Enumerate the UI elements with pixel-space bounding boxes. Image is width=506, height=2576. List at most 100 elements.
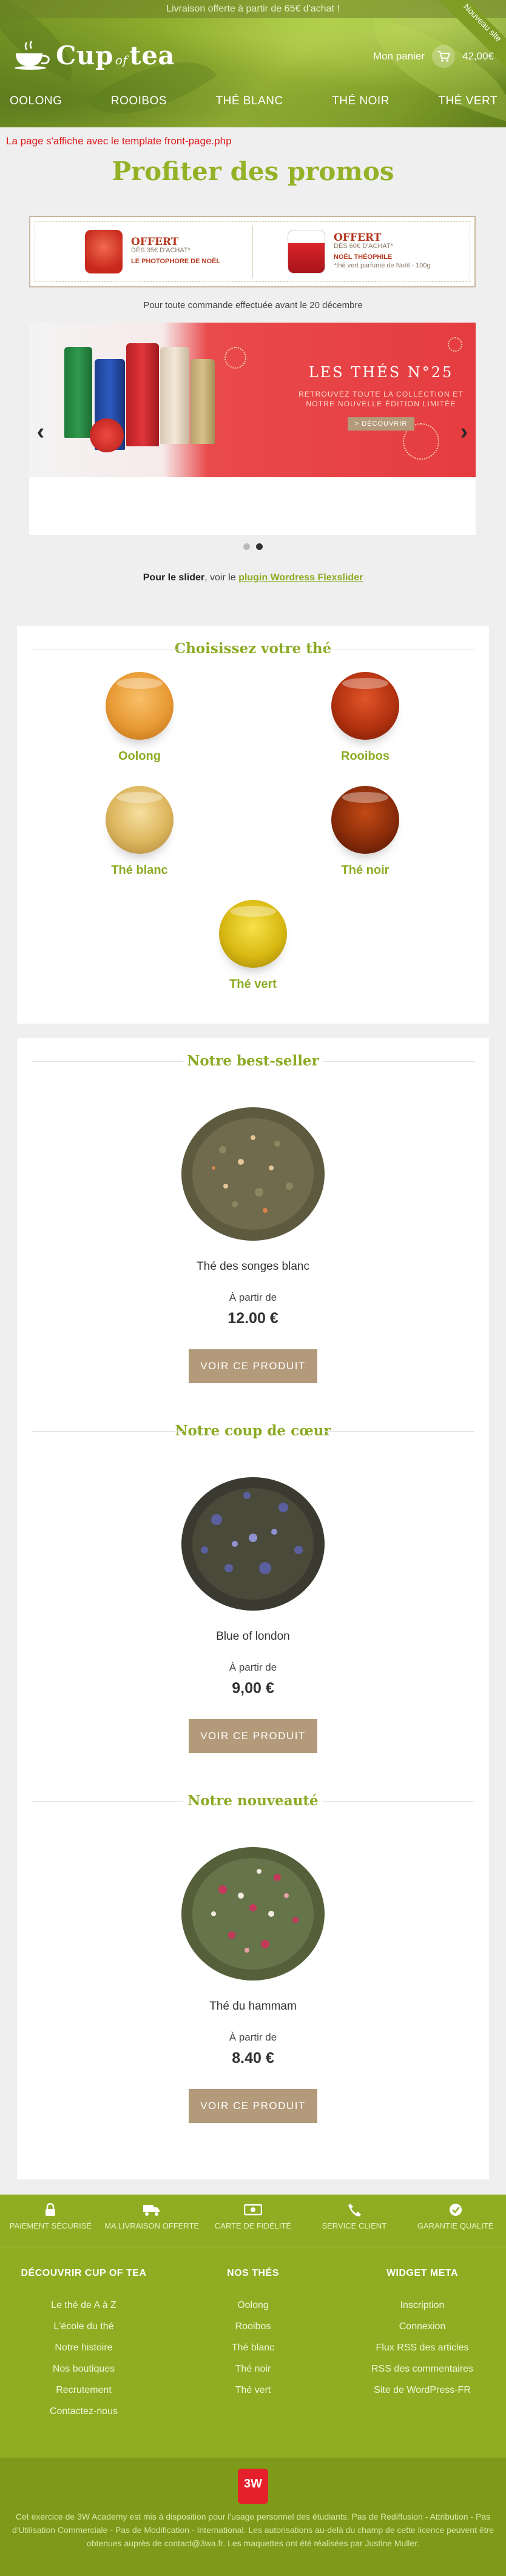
site-header: Livraison offerte à partir de 65€ d'acha… xyxy=(0,0,506,127)
footer-column-title: WIDGET META xyxy=(386,2268,459,2278)
product-price: 9,00 € xyxy=(232,1680,274,1697)
feature-loyalty-card[interactable]: CARTE DE FIDÉLITÉ xyxy=(203,2195,304,2247)
footer-link[interactable]: Rooibos xyxy=(180,2316,326,2337)
tea-tin-image xyxy=(126,343,159,446)
phone-icon xyxy=(303,2203,405,2216)
lock-icon xyxy=(0,2202,101,2216)
footer-link[interactable]: Site de WordPress-FR xyxy=(349,2380,495,2401)
section-title: Choisissez votre thé xyxy=(17,640,489,657)
divider xyxy=(252,226,253,278)
tea-item-rooibos[interactable]: Rooibos xyxy=(305,672,426,763)
product-from: À partir de xyxy=(229,2031,277,2043)
truck-icon xyxy=(101,2203,203,2216)
footer-link[interactable]: Le thé de A à Z xyxy=(11,2295,157,2316)
cart-icon xyxy=(432,45,455,68)
tea-label: Thé vert xyxy=(229,978,277,991)
footer-link[interactable]: Notre histoire xyxy=(11,2337,157,2358)
slide[interactable]: LES THÉS N°25 RETROUVEZ TOUTE LA COLLECT… xyxy=(29,323,476,477)
products-section: Notre best-seller Thé des songes blanc À… xyxy=(17,1038,489,2179)
offer-condition: DÈS 35€ D'ACHAT* xyxy=(131,247,191,254)
tea-item-oolong[interactable]: Oolong xyxy=(79,672,200,763)
slider-next-arrow[interactable]: › xyxy=(455,420,473,444)
flexslider-link[interactable]: plugin Wordress Flexslider xyxy=(238,572,363,583)
footer-column-title: NOS THÉS xyxy=(227,2268,279,2278)
footer-links: DÉCOUVRIR CUP OF TEA Le thé de A à Z L'é… xyxy=(0,2247,506,2458)
promo-note: Pour toute commande effectuée avant le 2… xyxy=(143,300,363,310)
product-image[interactable] xyxy=(168,1459,338,1623)
tea-chooser: Choisissez votre thé Oolong Rooibos Thé … xyxy=(17,626,489,1024)
footer-link[interactable]: Connexion xyxy=(349,2316,495,2337)
slider-dot-active[interactable] xyxy=(256,543,263,550)
section-title: Notre nouveauté xyxy=(17,1793,489,1809)
tea-tin-image xyxy=(160,347,189,444)
nav-item-the-vert[interactable]: THÉ VERT xyxy=(438,90,498,113)
slide-subtitle: RETROUVEZ TOUTE LA COLLECTION ET NOTRE N… xyxy=(298,390,464,408)
promo-offer: OFFERT DÈS 60€ D'ACHAT* NOËL THÉOPHILE *… xyxy=(288,224,431,279)
nav-item-rooibos[interactable]: ROOIBOS xyxy=(111,90,167,113)
footer-link[interactable]: Thé noir xyxy=(180,2358,326,2380)
footer-column-teas: NOS THÉS Oolong Rooibos Thé blanc Thé no… xyxy=(180,2268,326,2401)
product-name[interactable]: Blue of london xyxy=(17,1630,489,1643)
product-from: À partir de xyxy=(229,1292,277,1303)
feature-quality-guarantee[interactable]: GARANTIE QUALITÉ xyxy=(405,2195,506,2247)
tea-bowl-icon xyxy=(106,786,174,854)
promo-banner[interactable]: OFFERT DÈS 35€ D'ACHAT* LE PHOTOPHORE DE… xyxy=(29,216,476,287)
offer-label: OFFERT xyxy=(334,232,382,244)
product-from: À partir de xyxy=(229,1662,277,1673)
product-name[interactable]: Thé du hammam xyxy=(17,2000,489,2013)
footer-link[interactable]: Contactez-nous xyxy=(11,2401,157,2422)
copyright-text: Cet exercice de 3W Academy est mis à dis… xyxy=(12,2512,494,2548)
footer-column-meta: WIDGET META Inscription Connexion Flux R… xyxy=(349,2268,495,2401)
offer-note: *thé vert parfumé de Noël - 100g xyxy=(334,262,431,269)
product-card: Thé du hammam À partir de 8.40 € VOIR CE… xyxy=(17,1829,489,2123)
3w-academy-logo[interactable]: 3W xyxy=(238,2469,268,2504)
footer-link[interactable]: L'école du thé xyxy=(11,2316,157,2337)
footer-link[interactable]: Recrutement xyxy=(11,2380,157,2401)
nav-item-oolong[interactable]: OOLONG xyxy=(10,90,62,113)
tea-label: Oolong xyxy=(118,750,161,763)
view-product-button[interactable]: VOIR CE PRODUIT xyxy=(189,1719,317,1753)
tea-tin-image xyxy=(64,347,92,438)
feature-free-delivery[interactable]: MA LIVRAISON OFFERTE xyxy=(101,2195,203,2247)
card-icon xyxy=(203,2203,304,2216)
nav-item-the-noir[interactable]: THÉ NOIR xyxy=(332,90,390,113)
promo-title: Profiter des promos xyxy=(112,156,394,186)
tea-bowl-icon xyxy=(106,672,174,740)
nav-item-the-blanc[interactable]: THÉ BLANC xyxy=(216,90,283,113)
discover-button[interactable]: > DÉCOUVRIR xyxy=(347,417,415,431)
footer-link[interactable]: Thé blanc xyxy=(180,2337,326,2358)
product-name[interactable]: Thé des songes blanc xyxy=(17,1260,489,1273)
view-product-button[interactable]: VOIR CE PRODUIT xyxy=(189,2089,317,2123)
tea-tin-image xyxy=(191,359,215,444)
promo-offer: OFFERT DÈS 35€ D'ACHAT* LE PHOTOPHORE DE… xyxy=(85,224,220,279)
offer-label: OFFERT xyxy=(131,236,179,248)
slider-prev-arrow[interactable]: ‹ xyxy=(32,420,50,444)
tea-item-the-noir[interactable]: Thé noir xyxy=(305,786,426,877)
footer-column-title: DÉCOUVRIR CUP OF TEA xyxy=(21,2268,147,2278)
footer-link[interactable]: Inscription xyxy=(349,2295,495,2316)
cart-amount: 42,00€ xyxy=(462,50,494,62)
product-image[interactable] xyxy=(168,1089,338,1253)
shipping-banner: Livraison offerte à partir de 65€ d'acha… xyxy=(0,0,506,18)
site-logo[interactable]: Cup oftea xyxy=(13,40,175,70)
product-image[interactable] xyxy=(168,1829,338,1993)
tea-bowl-icon xyxy=(331,786,399,854)
footer-link[interactable]: Thé vert xyxy=(180,2380,326,2401)
main-nav: OOLONG ROOIBOS THÉ BLANC THÉ NOIR THÉ VE… xyxy=(0,90,506,113)
cart-label: Mon panier xyxy=(373,50,425,62)
feature-customer-service[interactable]: SERVICE CLIENT xyxy=(303,2195,405,2247)
slider-dot[interactable] xyxy=(243,543,250,550)
feature-secure-payment[interactable]: PAIEMENT SÉCURISÉ xyxy=(0,2195,101,2247)
view-product-button[interactable]: VOIR CE PRODUIT xyxy=(189,1349,317,1383)
section-title: Notre coup de cœur xyxy=(17,1423,489,1439)
tea-item-the-vert[interactable]: Thé vert xyxy=(192,900,314,991)
footer-link[interactable]: Nos boutiques xyxy=(11,2358,157,2380)
footer-link[interactable]: Oolong xyxy=(180,2295,326,2316)
cart[interactable]: Mon panier 42,00€ xyxy=(373,45,494,68)
section-title: Notre best-seller xyxy=(17,1053,489,1069)
tea-item-the-blanc[interactable]: Thé blanc xyxy=(79,786,200,877)
photophore-image xyxy=(85,230,123,273)
footer-link[interactable]: RSS des commentaires xyxy=(349,2358,495,2380)
check-icon xyxy=(405,2203,506,2216)
footer-link[interactable]: Flux RSS des articles xyxy=(349,2337,495,2358)
